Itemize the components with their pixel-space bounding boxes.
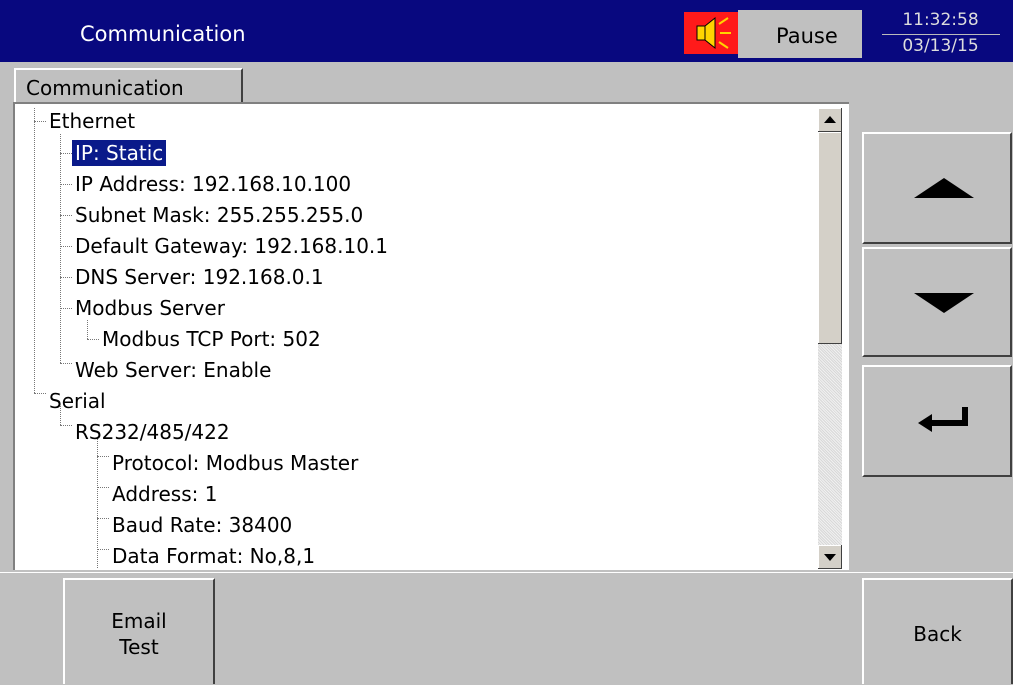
tree-node-ip-address[interactable]: IP Address: 192.168.10.100	[72, 171, 354, 197]
tree-line	[60, 184, 72, 185]
tree-node-address[interactable]: Address: 1	[109, 481, 220, 507]
tree-node-subnet-mask[interactable]: Subnet Mask: 255.255.255.0	[72, 202, 366, 228]
email-test-button[interactable]: Email Test	[63, 578, 215, 684]
scroll-up-arrow-icon[interactable]	[818, 108, 842, 132]
pause-label: Pause	[776, 24, 838, 48]
email-test-label-line2: Test	[119, 635, 159, 659]
tree-line	[60, 277, 72, 278]
clock: 11:32:58 03/13/15	[873, 8, 1008, 60]
tree-line	[97, 518, 109, 519]
tree-node-serial[interactable]: Serial	[46, 388, 109, 414]
tree-line	[97, 487, 109, 488]
tree-node-web-server[interactable]: Web Server: Enable	[72, 357, 274, 383]
tree-node-ip-mode[interactable]: IP: Static	[70, 139, 168, 167]
tree-line	[60, 308, 72, 309]
scroll-down-arrow-icon[interactable]	[818, 545, 842, 569]
tree-line	[34, 393, 46, 394]
email-test-label-line1: Email	[111, 609, 167, 633]
tree-line	[60, 215, 72, 216]
tree-line	[87, 339, 99, 340]
down-arrow-icon	[914, 293, 974, 313]
tab-label: Communication	[26, 76, 184, 100]
pause-button[interactable]: Pause	[738, 10, 862, 58]
tree-node-protocol[interactable]: Protocol: Modbus Master	[109, 450, 361, 476]
alarm-speaker-icon[interactable]	[684, 12, 738, 54]
settings-tree: Ethernet IP: Static IP Address: 192.168.…	[13, 102, 849, 570]
tree-line	[60, 134, 61, 363]
enter-icon	[918, 407, 968, 432]
tree-line	[34, 121, 46, 122]
tree-node-default-gateway[interactable]: Default Gateway: 192.168.10.1	[72, 233, 391, 259]
tree-node-data-format[interactable]: Data Format: No,8,1	[109, 543, 318, 569]
tree-line	[87, 320, 88, 339]
tree-node-dns-server[interactable]: DNS Server: 192.168.0.1	[72, 264, 327, 290]
tree-scrollbar-thumb[interactable]	[818, 132, 842, 344]
tree-line	[60, 363, 72, 364]
clock-date: 03/13/15	[902, 36, 979, 56]
up-arrow-icon	[914, 178, 974, 198]
tree-line	[97, 456, 109, 457]
clock-divider	[881, 34, 1000, 35]
tree-node-modbus-server[interactable]: Modbus Server	[72, 295, 228, 321]
tab-strip: Communication	[12, 66, 849, 104]
page-title: Communication	[80, 22, 246, 46]
tree-line	[60, 425, 72, 426]
tree-line	[60, 153, 72, 154]
tree-line	[60, 246, 72, 247]
tree-node-ethernet[interactable]: Ethernet	[46, 108, 138, 134]
tree-line	[34, 108, 35, 393]
back-button[interactable]: Back	[862, 578, 1013, 684]
enter-button[interactable]	[862, 365, 1012, 477]
tree-node-modbus-tcp-port[interactable]: Modbus TCP Port: 502	[99, 326, 324, 352]
tree-node-baud-rate[interactable]: Baud Rate: 38400	[109, 512, 295, 538]
clock-time: 11:32:58	[902, 10, 979, 30]
tree-node-rs232-485-422[interactable]: RS232/485/422	[72, 419, 233, 445]
back-label: Back	[913, 622, 962, 646]
move-up-button[interactable]	[862, 132, 1012, 244]
tab-communication[interactable]: Communication	[14, 68, 243, 104]
move-down-button[interactable]	[862, 247, 1012, 357]
tree-line	[97, 549, 109, 550]
